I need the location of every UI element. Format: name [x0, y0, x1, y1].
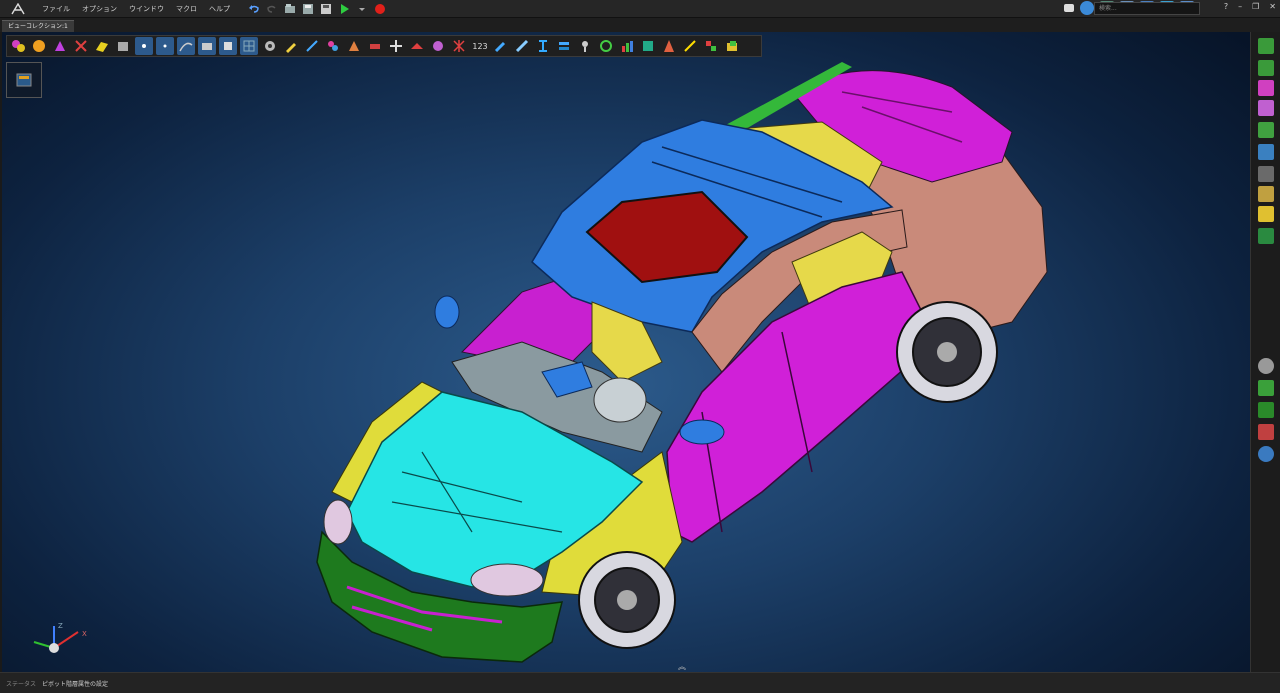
section-icon[interactable] — [534, 37, 552, 55]
menu-options[interactable]: オプション — [76, 0, 123, 18]
layer-icon[interactable] — [1258, 60, 1274, 76]
axis-z-label: Z — [58, 622, 63, 630]
window-controls: ? – ❐ ✕ — [1224, 2, 1276, 11]
tree-icon[interactable] — [1258, 166, 1274, 182]
grid-select-icon[interactable] — [702, 37, 720, 55]
mask-icon[interactable] — [723, 37, 741, 55]
eraser-icon[interactable] — [1258, 424, 1274, 440]
axes-icon[interactable] — [1258, 228, 1274, 244]
search-input[interactable]: 検索... — [1094, 2, 1200, 15]
car-model[interactable] — [2, 32, 1250, 672]
color-icon[interactable] — [324, 37, 342, 55]
right-toolbar — [1250, 32, 1280, 672]
play-dropdown-icon[interactable] — [356, 3, 368, 15]
play-icon[interactable] — [338, 3, 350, 15]
sphere-icon[interactable] — [30, 37, 48, 55]
wave-icon[interactable] — [1258, 206, 1274, 222]
app-logo[interactable] — [0, 0, 36, 18]
surface-icon[interactable] — [93, 37, 111, 55]
counter-label[interactable]: 123 — [471, 42, 489, 51]
mesh-icon[interactable] — [240, 37, 258, 55]
save-as-icon[interactable] — [320, 3, 332, 15]
undo-icon[interactable] — [248, 3, 260, 15]
cube-icon[interactable] — [219, 37, 237, 55]
info-icon[interactable] — [1080, 1, 1094, 15]
record-icon[interactable] — [374, 3, 386, 15]
view-thumbnail[interactable] — [6, 62, 42, 98]
save-icon[interactable] — [302, 3, 314, 15]
curve-icon[interactable] — [177, 37, 195, 55]
edge-icon[interactable] — [72, 37, 90, 55]
stack-icon[interactable] — [1258, 380, 1274, 396]
material-icon[interactable] — [345, 37, 363, 55]
restore-icon[interactable]: ❐ — [1252, 2, 1259, 11]
chip-icon[interactable] — [1258, 38, 1274, 54]
help-icon[interactable]: ? — [1224, 2, 1228, 11]
menu-help[interactable]: ヘルプ — [203, 0, 236, 18]
gear-icon[interactable] — [261, 37, 279, 55]
solid-icon[interactable] — [198, 37, 216, 55]
ball-icon[interactable] — [1258, 358, 1274, 374]
split-icon[interactable] — [429, 37, 447, 55]
tab-view-collection[interactable]: ビューコレクション:1 — [2, 20, 74, 32]
menu-file[interactable]: ファイル — [36, 0, 76, 18]
shape-icon[interactable] — [51, 37, 69, 55]
wrench-icon[interactable] — [492, 37, 510, 55]
open-icon[interactable] — [284, 3, 296, 15]
cone-icon[interactable] — [660, 37, 678, 55]
minimize-icon[interactable]: – — [1238, 2, 1242, 11]
viewport-toolbar: 123 — [6, 35, 762, 57]
menu-macro[interactable]: マクロ — [170, 0, 203, 18]
move-icon[interactable] — [387, 37, 405, 55]
cube-color-icon[interactable] — [1258, 80, 1274, 96]
window-icon[interactable] — [1064, 4, 1074, 12]
redo-icon[interactable] — [266, 3, 278, 15]
target-icon[interactable] — [597, 37, 615, 55]
parts-icon[interactable] — [9, 37, 27, 55]
node-icon[interactable] — [1258, 122, 1274, 138]
point-select-icon[interactable] — [135, 37, 153, 55]
probe-icon[interactable] — [576, 37, 594, 55]
axis-x-label: X — [82, 630, 87, 638]
plane-icon[interactable] — [408, 37, 426, 55]
measure-icon[interactable] — [303, 37, 321, 55]
circuit-icon[interactable] — [639, 37, 657, 55]
pen-icon[interactable] — [282, 37, 300, 55]
ruler-icon[interactable] — [513, 37, 531, 55]
axis-triad: Z X — [33, 622, 87, 653]
explode-icon[interactable] — [450, 37, 468, 55]
layers-icon[interactable] — [555, 37, 573, 55]
brush-icon[interactable] — [1258, 186, 1274, 202]
menu-window[interactable]: ウインドウ — [123, 0, 170, 18]
stack2-icon[interactable] — [1258, 402, 1274, 418]
transform-icon[interactable] — [366, 37, 384, 55]
menu-bar: ファイル オプション ウインドウ マクロ ヘルプ 検索... ? – ❐ ✕ — [0, 0, 1280, 18]
list-icon[interactable] — [1258, 144, 1274, 160]
close-icon[interactable]: ✕ — [1269, 2, 1276, 11]
pattern-icon[interactable] — [1258, 100, 1274, 116]
tab-bar: ビューコレクション:1 — [0, 18, 1280, 32]
expand-panel-icon[interactable]: ︽ — [672, 661, 692, 671]
chart-icon[interactable] — [618, 37, 636, 55]
globe-icon[interactable] — [1258, 446, 1274, 462]
status-bar: ステータス ピボット階層属性の設定 — [0, 672, 1280, 693]
dot-icon[interactable] — [156, 37, 174, 55]
status-text: ピボット階層属性の設定 — [42, 680, 109, 688]
status-label: ステータス — [6, 680, 37, 688]
3d-viewport[interactable]: 123 Z X — [2, 32, 1250, 672]
box-icon[interactable] — [114, 37, 132, 55]
wand-icon[interactable] — [681, 37, 699, 55]
